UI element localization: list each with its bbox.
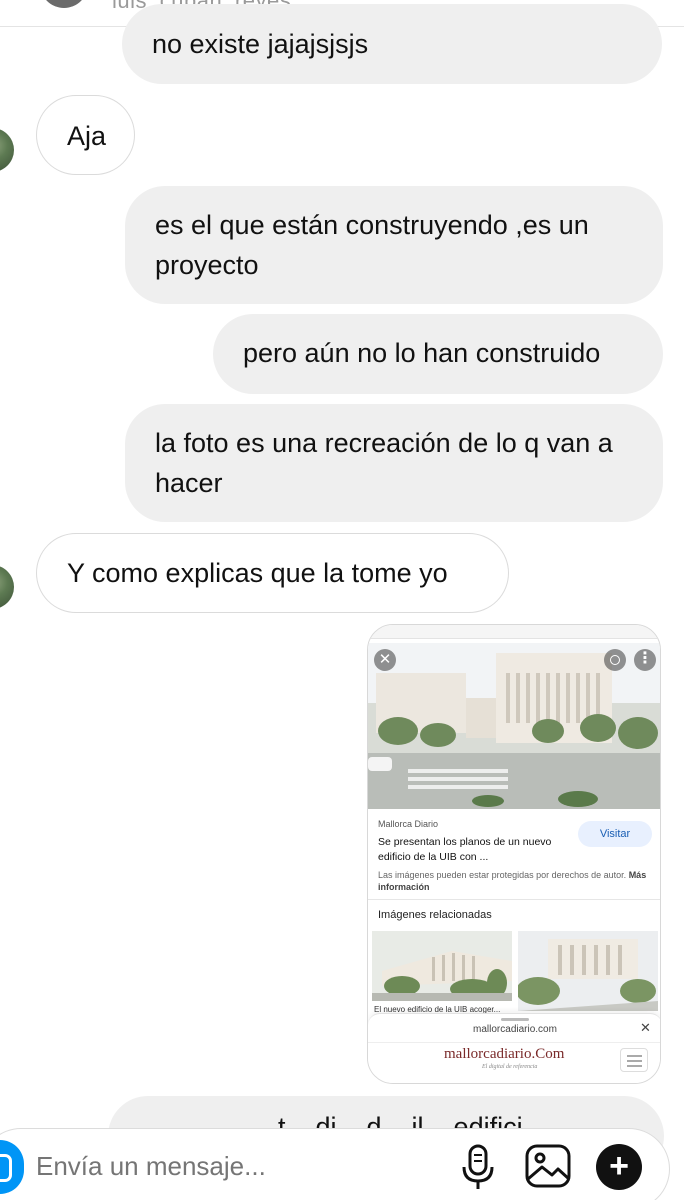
shared-screenshot[interactable]: ✕ ⋮ Mallorca Diario Se presentan los pla… [367,624,661,1084]
header-avatar[interactable] [40,0,88,8]
close-icon[interactable]: ✕ [640,1020,651,1036]
drag-handle[interactable] [501,1018,529,1021]
message-text: no existe jajajsjsjs [152,29,369,59]
message-text: la foto es una recreación de lo q van a … [155,428,613,498]
microphone-icon[interactable] [460,1143,496,1191]
site-logo: mallorcadiario.Com [444,1046,565,1062]
related-image-2 [518,931,658,1011]
related-image-1 [372,931,512,1001]
more-options-icon[interactable]: ⋮ [634,649,656,671]
source-name: Mallorca Diario [378,819,439,829]
message-bubble-outgoing[interactable]: pero aún no lo han construido [213,314,663,394]
contact-avatar[interactable] [0,565,14,609]
sheet-divider [368,1042,660,1043]
section-divider [368,899,660,900]
screenshot-status-bar [368,625,660,639]
image-icon[interactable] [524,1143,572,1189]
result-title: Se presentan los planos de un nuevo edif… [378,836,552,863]
copyright-notice: Las imágenes pueden estar protegidas por… [378,869,654,893]
plus-icon[interactable]: + [596,1144,642,1190]
message-bubble-incoming[interactable]: Y como explicas que la tome yo [36,533,509,613]
site-tagline: El digital de referencia [482,1064,538,1070]
message-input[interactable] [36,1151,336,1182]
lens-icon[interactable] [604,649,626,671]
hamburger-menu-icon[interactable] [620,1048,648,1072]
sheet-url: mallorcadiario.com [473,1024,557,1035]
message-bubble-incoming[interactable]: Aja [36,95,135,175]
message-bubble-outgoing[interactable]: no existe jajajsjsjs [122,4,662,84]
message-bubble-outgoing[interactable]: es el que están construyendo ,es un proy… [125,186,663,304]
visit-button[interactable]: Visitar [578,821,652,847]
message-bubble-outgoing[interactable]: la foto es una recreación de lo q van a … [125,404,663,522]
message-text: Y como explicas que la tome yo [67,558,448,588]
related-images-heading: Imágenes relacionadas [378,909,492,921]
message-text: es el que están construyendo ,es un proy… [155,210,589,280]
message-text: pero aún no lo han construido [243,338,601,368]
close-icon[interactable]: ✕ [374,649,396,671]
browser-bottom-sheet[interactable]: mallorcadiario.com ✕ mallorcadiario.Com … [368,1013,660,1083]
message-text: Aja [67,121,107,151]
copyright-text: Las imágenes pueden estar protegidas por… [378,870,627,880]
contact-avatar[interactable] [0,128,14,172]
